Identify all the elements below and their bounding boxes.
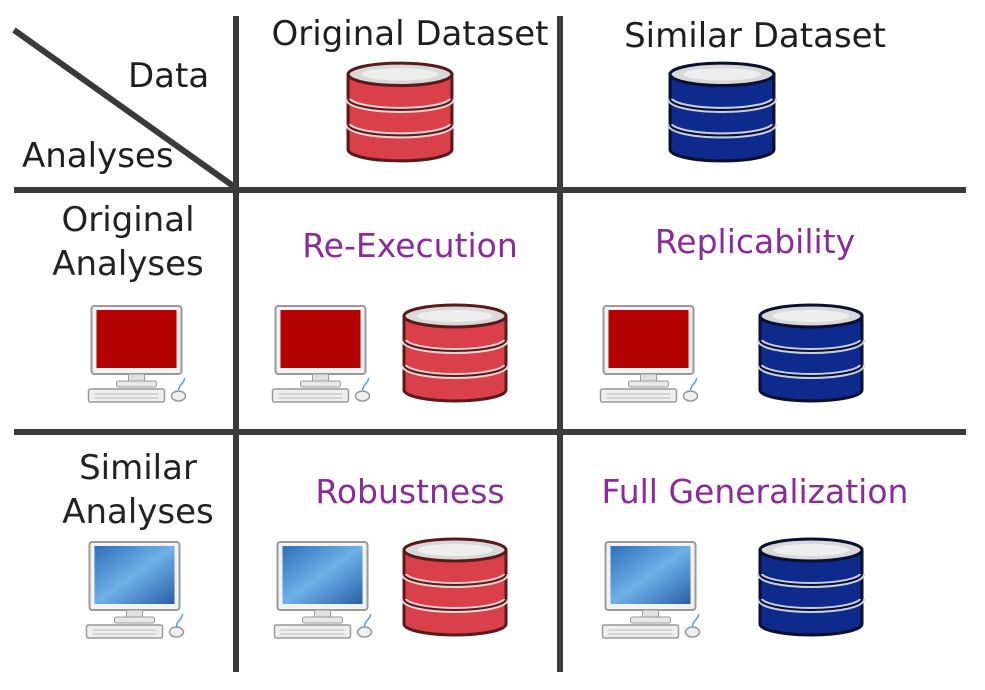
row-label-line: Analyses [52, 244, 204, 284]
cell-title-re-execution: Re-Execution [302, 226, 518, 265]
data-axis-label: Data [128, 56, 210, 96]
database-icon [756, 302, 866, 406]
cell-title-full-generalization: Full Generalization [601, 472, 909, 511]
computer-icon [270, 304, 376, 404]
computer-icon [86, 304, 192, 404]
row-label-line: Similar [79, 448, 197, 488]
database-icon [756, 536, 866, 640]
computer-icon [84, 540, 190, 640]
database-icon [400, 536, 510, 640]
database-icon [666, 60, 778, 166]
cell-title-robustness: Robustness [315, 472, 505, 511]
database-icon [344, 60, 456, 166]
col-header-original-dataset: Original Dataset [271, 14, 549, 54]
row-label-similar-analyses: Similar Analyses [62, 446, 214, 534]
row-label-original-analyses: Original Analyses [52, 198, 204, 286]
row-label-line: Analyses [62, 492, 214, 532]
col-header-similar-dataset: Similar Dataset [624, 16, 886, 56]
analyses-axis-label: Analyses [22, 136, 174, 176]
row-label-line: Original [61, 200, 195, 240]
cell-title-replicability: Replicability [654, 222, 856, 261]
database-icon [400, 302, 510, 406]
computer-icon [600, 540, 706, 640]
computer-icon [598, 304, 704, 404]
computer-icon [272, 540, 378, 640]
